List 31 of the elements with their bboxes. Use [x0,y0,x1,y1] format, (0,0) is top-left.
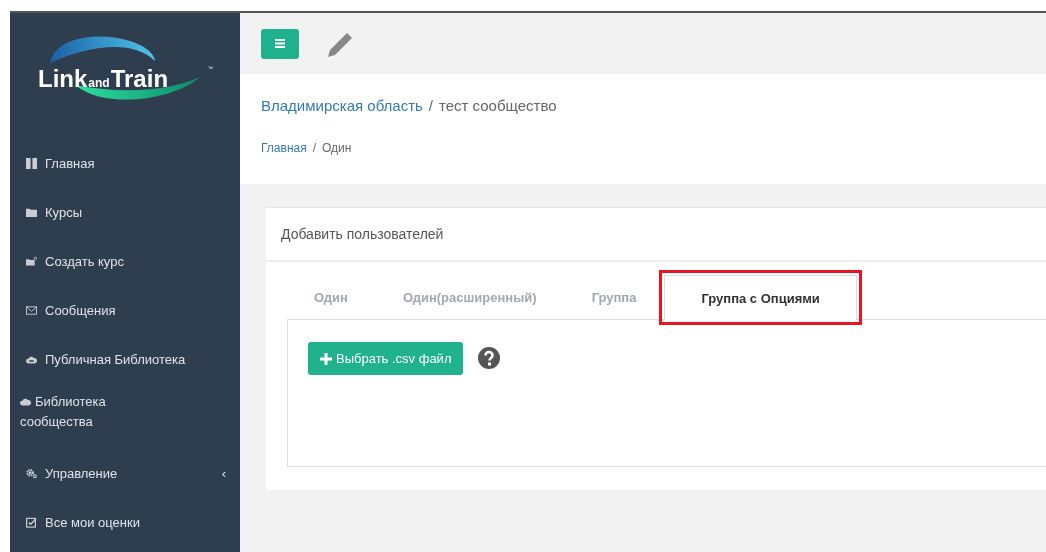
envelope-icon [26,305,37,316]
sidebar-item[interactable]: Главная [10,139,240,188]
cloud-icon [20,396,31,407]
breadcrumb-current: Один [322,141,352,155]
sidebar-item[interactable]: Создать курс [10,237,240,286]
logo-text: and [88,76,110,90]
gears-icon [26,468,37,479]
sidebar-item[interactable]: Управление ‹ [10,449,240,498]
columns-icon [26,158,37,169]
plus-icon [320,352,332,365]
sidebar-item[interactable]: Все мои оценки [10,498,240,547]
sidebar-item[interactable]: Библиотека сообщества [10,384,184,449]
logo-text: Link [38,65,88,93]
help-icon[interactable] [477,346,502,370]
logo-text: Train [110,65,169,93]
breadcrumb-link[interactable]: Владимирская область [261,97,423,114]
checkbox-icon [26,517,37,528]
sidebar-item[interactable]: Курсы [10,188,240,237]
menu-icon [275,39,285,48]
breadcrumb-separator: / [428,97,433,114]
sidebar-item[interactable]: Публичная Библиотека [10,335,240,384]
menu-button[interactable] [261,28,299,59]
card-title: Добавить пользователей [266,208,1046,262]
breadcrumb-separator: / [312,141,317,155]
caret-icon: ‹ [221,466,226,481]
sidebar-item[interactable]: Сообщения [10,286,240,335]
folder-icon [26,207,37,218]
breadcrumb-link[interactable]: Главная [261,141,307,155]
breadcrumb-current: тест сообщество [439,97,557,114]
cloud-icon [26,354,37,365]
folder-icon [26,256,37,267]
